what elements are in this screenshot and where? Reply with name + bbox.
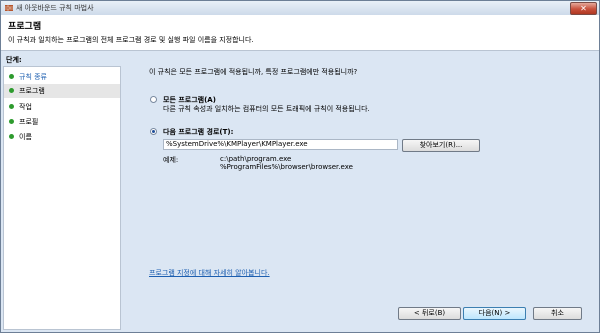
program-question: 이 규칙은 모든 프로그램에 적용됩니까, 특정 프로그램에만 적용됩니까? <box>149 68 358 76</box>
steps-sidebar: 규칙 종류 프로그램 작업 프로필 이름 <box>3 66 121 330</box>
example-path: c:\path\program.exe <box>220 155 292 163</box>
sidebar-item-label: 프로필 <box>19 118 39 126</box>
step-bullet-icon <box>9 104 14 109</box>
all-programs-radio[interactable] <box>150 96 157 103</box>
page-description: 이 규칙과 일치하는 프로그램의 전체 프로그램 경로 및 실행 파일 이름을 … <box>8 36 254 44</box>
cancel-button[interactable]: 취소 <box>533 307 582 320</box>
browse-button[interactable]: 찾아보기(R)... <box>402 139 480 152</box>
program-path-input[interactable]: %SystemDrive%\KMPlayer\KMPlayer.exe <box>163 139 398 150</box>
sidebar-item-label: 작업 <box>19 103 32 111</box>
title-bar[interactable]: 새 아웃바운드 규칙 마법사 ✕ <box>1 1 599 15</box>
example-label: 예제: <box>163 156 179 164</box>
wizard-window: 새 아웃바운드 규칙 마법사 ✕ 프로그램 이 규칙과 일치하는 프로그램의 전… <box>0 0 600 333</box>
step-bullet-icon <box>9 119 14 124</box>
program-path-label[interactable]: 다음 프로그램 경로(T): <box>163 127 233 137</box>
firewall-icon <box>5 4 13 12</box>
sidebar-item-name[interactable]: 이름 <box>4 130 120 144</box>
help-link[interactable]: 프로그램 지정에 대해 자세히 알아봅니다. <box>149 268 270 278</box>
step-bullet-icon <box>9 74 14 79</box>
all-programs-description: 다른 규칙 속성과 일치하는 컴퓨터의 모든 트래픽에 규칙이 적용됩니다. <box>163 105 370 113</box>
steps-label: 단계: <box>6 56 22 64</box>
program-path-radio[interactable] <box>150 128 157 135</box>
page-header: 프로그램 이 규칙과 일치하는 프로그램의 전체 프로그램 경로 및 실행 파일… <box>1 15 599 51</box>
main-panel: 이 규칙은 모든 프로그램에 적용됩니까, 특정 프로그램에만 적용됩니까? 모… <box>123 55 598 330</box>
sidebar-item-label: 프로그램 <box>19 87 45 95</box>
example-path: %ProgramFiles%\browser\browser.exe <box>220 163 353 171</box>
back-button[interactable]: < 뒤로(B) <box>398 307 461 320</box>
window-title: 새 아웃바운드 규칙 마법사 <box>16 4 94 12</box>
sidebar-item-action[interactable]: 작업 <box>4 100 120 114</box>
page-title: 프로그램 <box>8 22 42 32</box>
step-bullet-icon <box>9 88 14 93</box>
sidebar-item-profile[interactable]: 프로필 <box>4 115 120 129</box>
sidebar-item-rule-type[interactable]: 규칙 종류 <box>4 70 120 84</box>
close-button[interactable]: ✕ <box>570 2 597 15</box>
step-bullet-icon <box>9 134 14 139</box>
next-button[interactable]: 다음(N) > <box>463 307 526 320</box>
sidebar-item-label: 이름 <box>19 133 32 141</box>
sidebar-item-label: 규칙 종류 <box>19 73 47 81</box>
sidebar-item-program[interactable]: 프로그램 <box>4 84 120 98</box>
